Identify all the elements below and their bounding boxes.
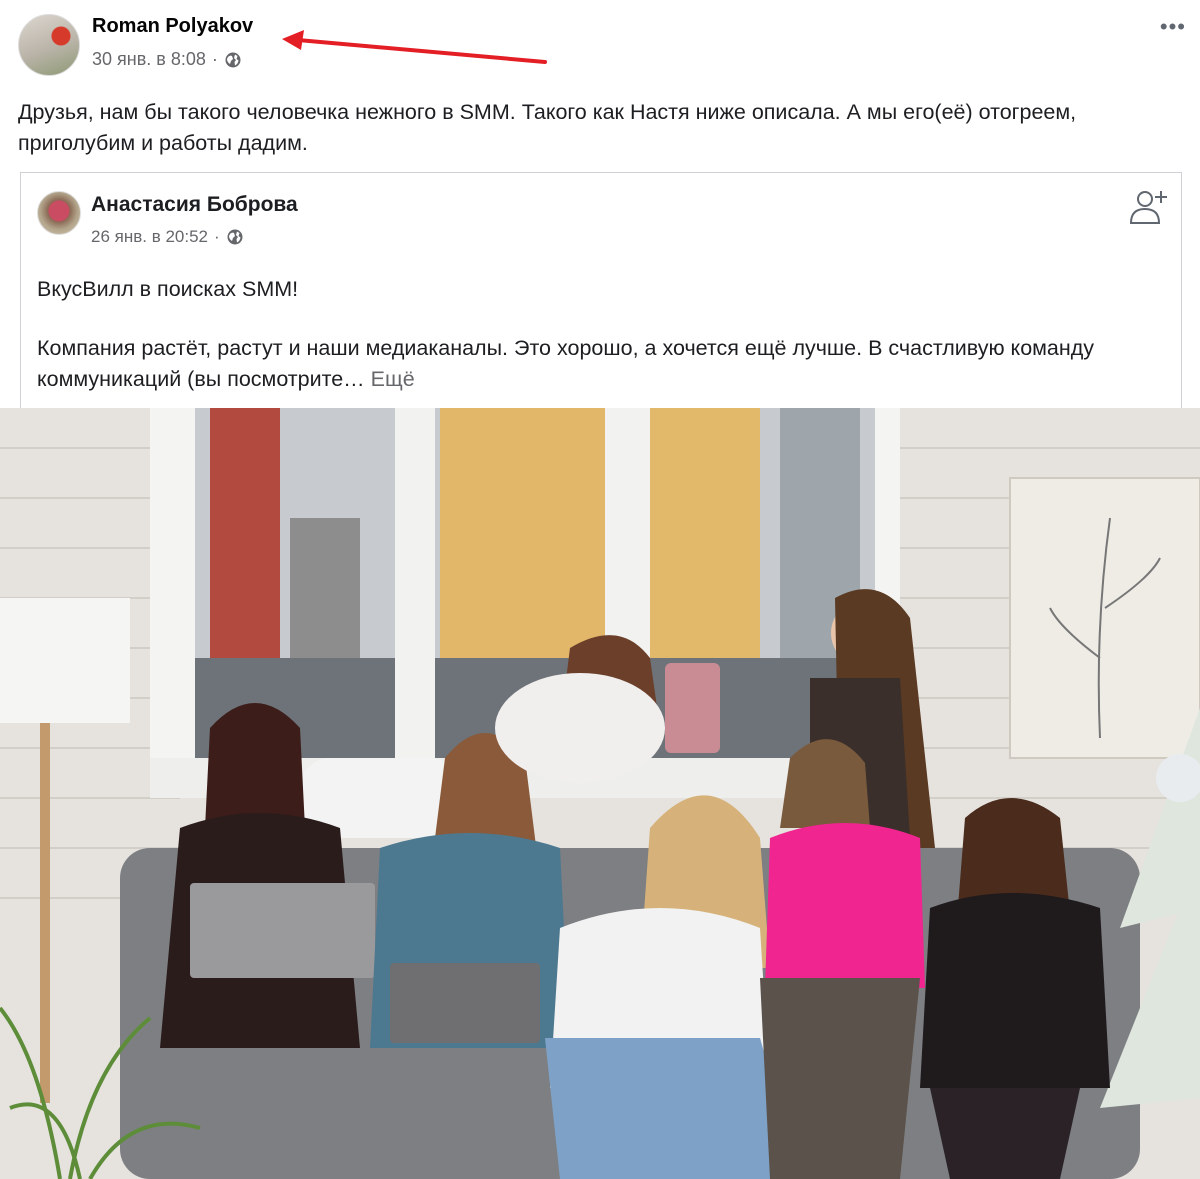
- globe-icon: [225, 52, 241, 67]
- ellipsis-icon[interactable]: •••: [1160, 14, 1186, 40]
- shared-author-name[interactable]: Анастасия Боброва: [91, 193, 298, 217]
- shared-meta-separator: ·: [214, 227, 220, 246]
- group-photo: [0, 408, 1200, 1179]
- shared-paragraph: Компания растёт, растут и наши медиакана…: [37, 333, 1157, 395]
- shared-paragraph-text: Компания растёт, растут и наши медиакана…: [37, 336, 1095, 391]
- see-more-link[interactable]: Ещё: [371, 367, 415, 391]
- shared-post-meta: 26 янв. в 20:52 ·: [91, 227, 244, 247]
- shared-author-avatar[interactable]: [37, 191, 81, 235]
- annotation-arrow: [282, 30, 547, 64]
- author-name[interactable]: Roman Polyakov: [92, 15, 253, 38]
- post-text: Друзья, нам бы такого человечка нежного …: [18, 100, 1077, 155]
- shared-headline: ВкусВилл в поисках SMM!: [37, 277, 299, 301]
- post-timestamp[interactable]: 30 янв. в 8:08: [92, 49, 206, 70]
- shared-post-photo[interactable]: [0, 408, 1200, 1179]
- globe-icon: [227, 229, 243, 245]
- author-avatar[interactable]: [18, 14, 80, 76]
- meta-separator: ·: [211, 49, 218, 69]
- shared-post-card[interactable]: Анастасия Боброва 26 янв. в 20:52 · Вкус…: [20, 172, 1182, 410]
- post-meta: 30 янв. в 8:08 ·: [92, 49, 242, 70]
- add-friend-icon[interactable]: [1127, 187, 1171, 227]
- post-header: Roman Polyakov 30 янв. в 8:08 · •••: [0, 0, 1200, 90]
- shared-post-timestamp[interactable]: 26 янв. в 20:52: [91, 227, 208, 247]
